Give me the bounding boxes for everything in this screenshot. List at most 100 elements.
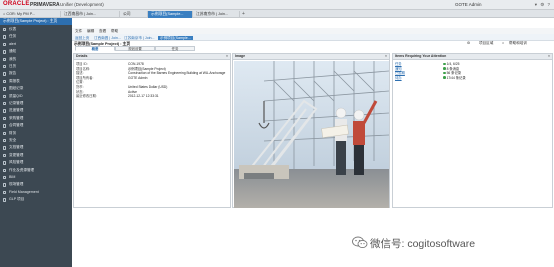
sidebar-item[interactable]: 风险管理 — [0, 159, 72, 166]
sidebar: 示例项目(Sample Project) : 主页 仪表任务 alert 通知 我的日… — [0, 18, 72, 267]
sidebar-item-label: 现场管理 — [9, 182, 24, 187]
oracle-logo: ORACLE — [3, 1, 30, 7]
projects-button[interactable]: 项目区域 — [479, 41, 493, 46]
sidebar-item-label: 文档管理 — [9, 145, 24, 150]
sidebar-item[interactable]: 记录管理 — [0, 100, 72, 107]
close-icon[interactable]: × — [548, 54, 550, 60]
report-icon — [3, 72, 7, 76]
attention-link[interactable]: 待办 — [395, 76, 402, 80]
change-icon — [3, 153, 7, 158]
sidebar-item[interactable]: 任务 — [0, 33, 72, 40]
sidebar-item[interactable]: 质量Q/D — [0, 93, 72, 100]
attention-count-text: 8 条消息 — [446, 66, 460, 71]
attention-link[interactable]: 已逾期 — [395, 71, 405, 75]
details-panel: Details × 项目 ID: CON-1978 项目名称: 示例项目(Sample … — [73, 53, 231, 208]
cube-icon — [3, 176, 7, 180]
sidebar-item[interactable]: Field Management — [0, 189, 72, 196]
sidebar-item[interactable]: 日历 — [0, 63, 72, 70]
sidebar-item-label: 合同管理 — [9, 123, 24, 128]
tab-jiangxi[interactable]: 江西南昌市 | Join... — [61, 11, 120, 18]
task-icon — [3, 35, 7, 39]
tab-overview[interactable]: 概要 — [75, 46, 115, 51]
detail-value: 2012-12-17 12:33:31 — [128, 94, 159, 99]
tab-tasks[interactable]: 任务 — [155, 46, 195, 51]
tab-bar: ⌂ COR: My PM P... 江西南昌市 | Join... 公司 示例项… — [0, 10, 554, 18]
sidebar-item[interactable]: 仪表 — [0, 26, 72, 33]
app-header: ORACLE PRIMAVERA Unifier (Development) G… — [0, 0, 554, 10]
breadcrumb-back[interactable]: 返回上页 — [75, 36, 89, 40]
sidebar-item-label: 日历 — [9, 64, 17, 68]
sidebar-item-label: alert — [9, 41, 16, 46]
sidebar-item[interactable]: 变更管理 — [0, 152, 72, 159]
status-dot-icon — [443, 67, 446, 70]
sidebar-item[interactable]: 通知 — [0, 48, 72, 55]
sidebar-header[interactable]: 示例项目(Sample Project) : 主页 — [0, 18, 72, 25]
sidebar-item[interactable]: BIM — [0, 174, 72, 181]
attention-link[interactable]: 任务 — [395, 62, 402, 66]
sidebar-item[interactable]: 现场管理 — [0, 181, 72, 188]
sidebar-item-label: 风险管理 — [9, 160, 24, 165]
breadcrumb-item[interactable]: 江苏南京市 | Join... — [124, 36, 155, 40]
cart-icon — [3, 116, 7, 121]
sidebar-item-label: 作业及资源管理 — [9, 167, 35, 172]
tab-home[interactable]: ⌂ COR: My PM P... — [0, 11, 61, 18]
user-menu[interactable]: GOTE Admin — [455, 2, 482, 7]
breadcrumb-current[interactable]: 示例项目(Sample... — [158, 35, 193, 40]
status-dot-icon — [443, 62, 446, 66]
breadcrumb-item[interactable]: 江西南昌 | Join... — [94, 36, 121, 40]
tab-company[interactable]: 公司 — [120, 11, 148, 18]
sidebar-item[interactable]: 合同管理 — [0, 122, 72, 129]
sidebar-item[interactable]: 进度管理 — [0, 107, 72, 114]
detail-label: 项目 ID: — [76, 62, 88, 66]
sidebar-item[interactable]: 报告 — [0, 70, 72, 77]
sidebar-item[interactable]: 图纸记录 — [0, 85, 72, 92]
sidebar-item[interactable]: 文档管理 — [0, 144, 72, 151]
sidebar-item-label: 安全 — [9, 138, 17, 142]
alert-icon — [3, 42, 7, 47]
sidebar-item[interactable]: GLP 项目 — [0, 196, 72, 203]
header-icons[interactable]: ▾ ⚙ ? — [535, 2, 551, 8]
attention-count-text: 17/44 条记录 — [446, 75, 466, 80]
sidebar-item-label: 报告 — [9, 71, 17, 76]
quality-icon — [3, 94, 7, 98]
sidebar-item-label: Field Management — [9, 189, 39, 194]
panel-header: Details × — [74, 54, 230, 60]
close-icon[interactable]: × — [385, 54, 387, 60]
detail-value: Construction of the Barnes Engineering B… — [128, 71, 226, 76]
main-content: 文件 编辑 查看 帮助 返回上页 江西南昌 | Join... 江苏南京市 | … — [72, 18, 554, 267]
detail-label: 货币: — [76, 85, 84, 89]
close-icon[interactable]: × — [226, 54, 228, 60]
sidebar-item[interactable]: 安全 — [0, 137, 72, 144]
dashboard-icon — [3, 28, 7, 32]
sidebar-item[interactable]: 周报表 — [0, 78, 72, 85]
home-icon[interactable]: ⌂ — [502, 41, 504, 45]
add-tab-button[interactable]: + — [242, 11, 245, 18]
sidebar-item[interactable]: 作业及资源管理 — [0, 167, 72, 174]
attention-count: 1/4, 6/25 — [443, 62, 459, 66]
detail-value: GOTE Admin — [128, 75, 148, 80]
sidebar-item[interactable]: 我的 — [0, 56, 72, 63]
user-icon — [3, 57, 7, 61]
sidebar-item[interactable]: 采购管理 — [0, 115, 72, 122]
tab-jiangsu[interactable]: 江苏南京市 | Join... — [193, 11, 240, 18]
tab-sample-project[interactable]: 示例项目(Sample... — [148, 11, 193, 18]
attention-panel: Items Requiring Your Attention × 任务 1/4, 6… — [392, 53, 553, 208]
drawing-icon — [3, 87, 7, 91]
breadcrumb: 返回上页 江西南昌 | Join... 江苏南京市 | Join... 示例项目… — [72, 34, 554, 41]
detail-label: 项目名称: — [76, 66, 91, 71]
gear-icon[interactable]: ⚙ — [467, 41, 470, 45]
detail-value: Active — [128, 89, 137, 94]
sidebar-item-label: 仪表 — [9, 27, 17, 31]
attention-link[interactable]: 通知 — [395, 67, 402, 71]
image-panel: Image × — [232, 53, 390, 208]
resource-icon — [3, 168, 7, 172]
panel-header: Image × — [233, 54, 389, 60]
sidebar-item[interactable]: 财务 — [0, 130, 72, 137]
sidebar-item-label: 财务 — [9, 130, 17, 135]
sidebar-item[interactable]: alert — [0, 41, 72, 48]
help-training-button[interactable]: 帮助和培训 — [509, 41, 527, 46]
risk-icon — [3, 161, 7, 165]
sidebar-item-label: 进度管理 — [9, 108, 24, 113]
attention-count-text: 1/4, 6/25 — [446, 62, 460, 66]
tab-planning-settings[interactable]: 规划设置 — [115, 46, 155, 51]
